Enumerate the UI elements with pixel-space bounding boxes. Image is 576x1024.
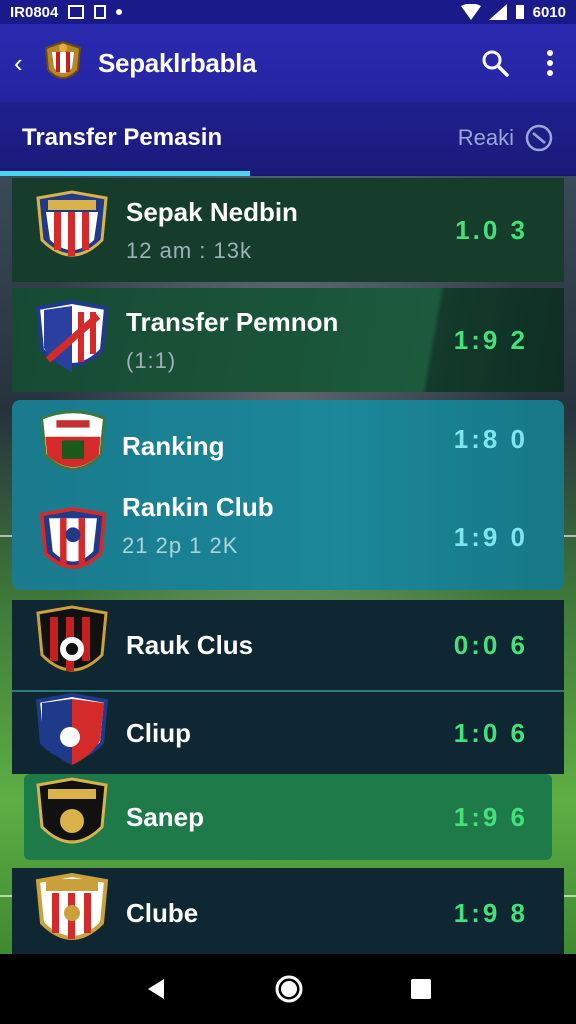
tab-bar: Transfer Pemasin Reaki [0, 102, 576, 176]
list-item[interactable]: Rauk Clus 0:0 6 [12, 600, 564, 692]
tab-transfer[interactable]: Transfer Pemasin [22, 124, 222, 152]
club-name: Sepak Nedbin [126, 196, 298, 227]
status-bar: IR0804 6010 [0, 0, 576, 24]
back-arrow-icon[interactable]: ‹ [14, 48, 36, 79]
list-item[interactable]: Transfer Pemnon (1:1) 1:9 2 [12, 288, 564, 392]
club-crest-icon [40, 410, 106, 471]
club-score: 1:0 6 [453, 717, 528, 748]
tab-reaki[interactable]: Reaki [458, 123, 554, 153]
club-crest-icon [39, 507, 107, 569]
back-triangle-icon[interactable] [142, 975, 170, 1003]
club-score: 1:9 0 [453, 522, 528, 552]
club-score: 0:0 6 [453, 629, 528, 660]
sim-icon [94, 5, 107, 19]
club-score: 1:9 6 [453, 801, 528, 832]
club-score: 1:9 8 [453, 897, 528, 928]
club-name: Sanep [126, 801, 205, 832]
recents-square-icon[interactable] [408, 976, 434, 1002]
list-item[interactable]: Clube 1:9 8 [12, 868, 564, 958]
more-vertical-icon[interactable] [546, 49, 554, 77]
tab-indicator [0, 171, 250, 176]
club-name: Cliup [126, 717, 191, 748]
club-name: Rauk Clus [126, 629, 254, 660]
list-item[interactable]: Cliup 1:0 6 [12, 692, 564, 774]
club-crest-icon [36, 777, 108, 844]
list-item-selected[interactable]: Sanep 1:9 6 [24, 774, 552, 860]
club-crest-icon [36, 605, 108, 672]
club-score: 1:9 2 [453, 324, 528, 355]
club-sub: 12 am : 13k [126, 237, 252, 263]
tab-reaki-label: Reaki [457, 125, 514, 150]
club-crest-icon [35, 873, 109, 940]
list-item-highlighted[interactable]: Ranking Rankin Club 21 2p 1 2K 1:8 0 1:9… [12, 400, 564, 590]
home-circle-icon[interactable] [274, 974, 304, 1004]
battery-icon [515, 5, 524, 19]
club-name: Ranking [122, 431, 225, 461]
status-clock: 6010 [532, 3, 566, 21]
dot-icon [116, 9, 123, 15]
list-item[interactable]: Sepak Nedbin 12 am : 13k 1.0 3 [12, 178, 564, 282]
club-crest-icon [35, 300, 109, 372]
club-score: 1:8 0 [453, 424, 528, 454]
system-nav-bar [0, 954, 576, 1024]
club-name: Clube [126, 897, 199, 928]
notification-icon [68, 5, 85, 19]
app-bar: ‹ Sepaklrbabla [0, 24, 576, 102]
club-name: Rankin Club [122, 492, 274, 522]
club-crest-icon [35, 693, 109, 765]
club-score: 1.0 3 [455, 214, 528, 245]
signal-icon [488, 4, 507, 20]
refresh-icon [525, 124, 553, 152]
search-icon[interactable] [480, 48, 510, 78]
status-time: IR0804 [10, 3, 59, 21]
club-sub: (1:1) [126, 347, 177, 373]
club-crest-icon [36, 190, 108, 257]
club-name: Transfer Pemnon [126, 306, 339, 337]
app-title: Sepaklrbabla [98, 47, 257, 78]
club-sub: 21 2p 1 2K [122, 533, 239, 558]
wifi-icon [460, 4, 481, 20]
club-crest-icon [44, 40, 82, 79]
